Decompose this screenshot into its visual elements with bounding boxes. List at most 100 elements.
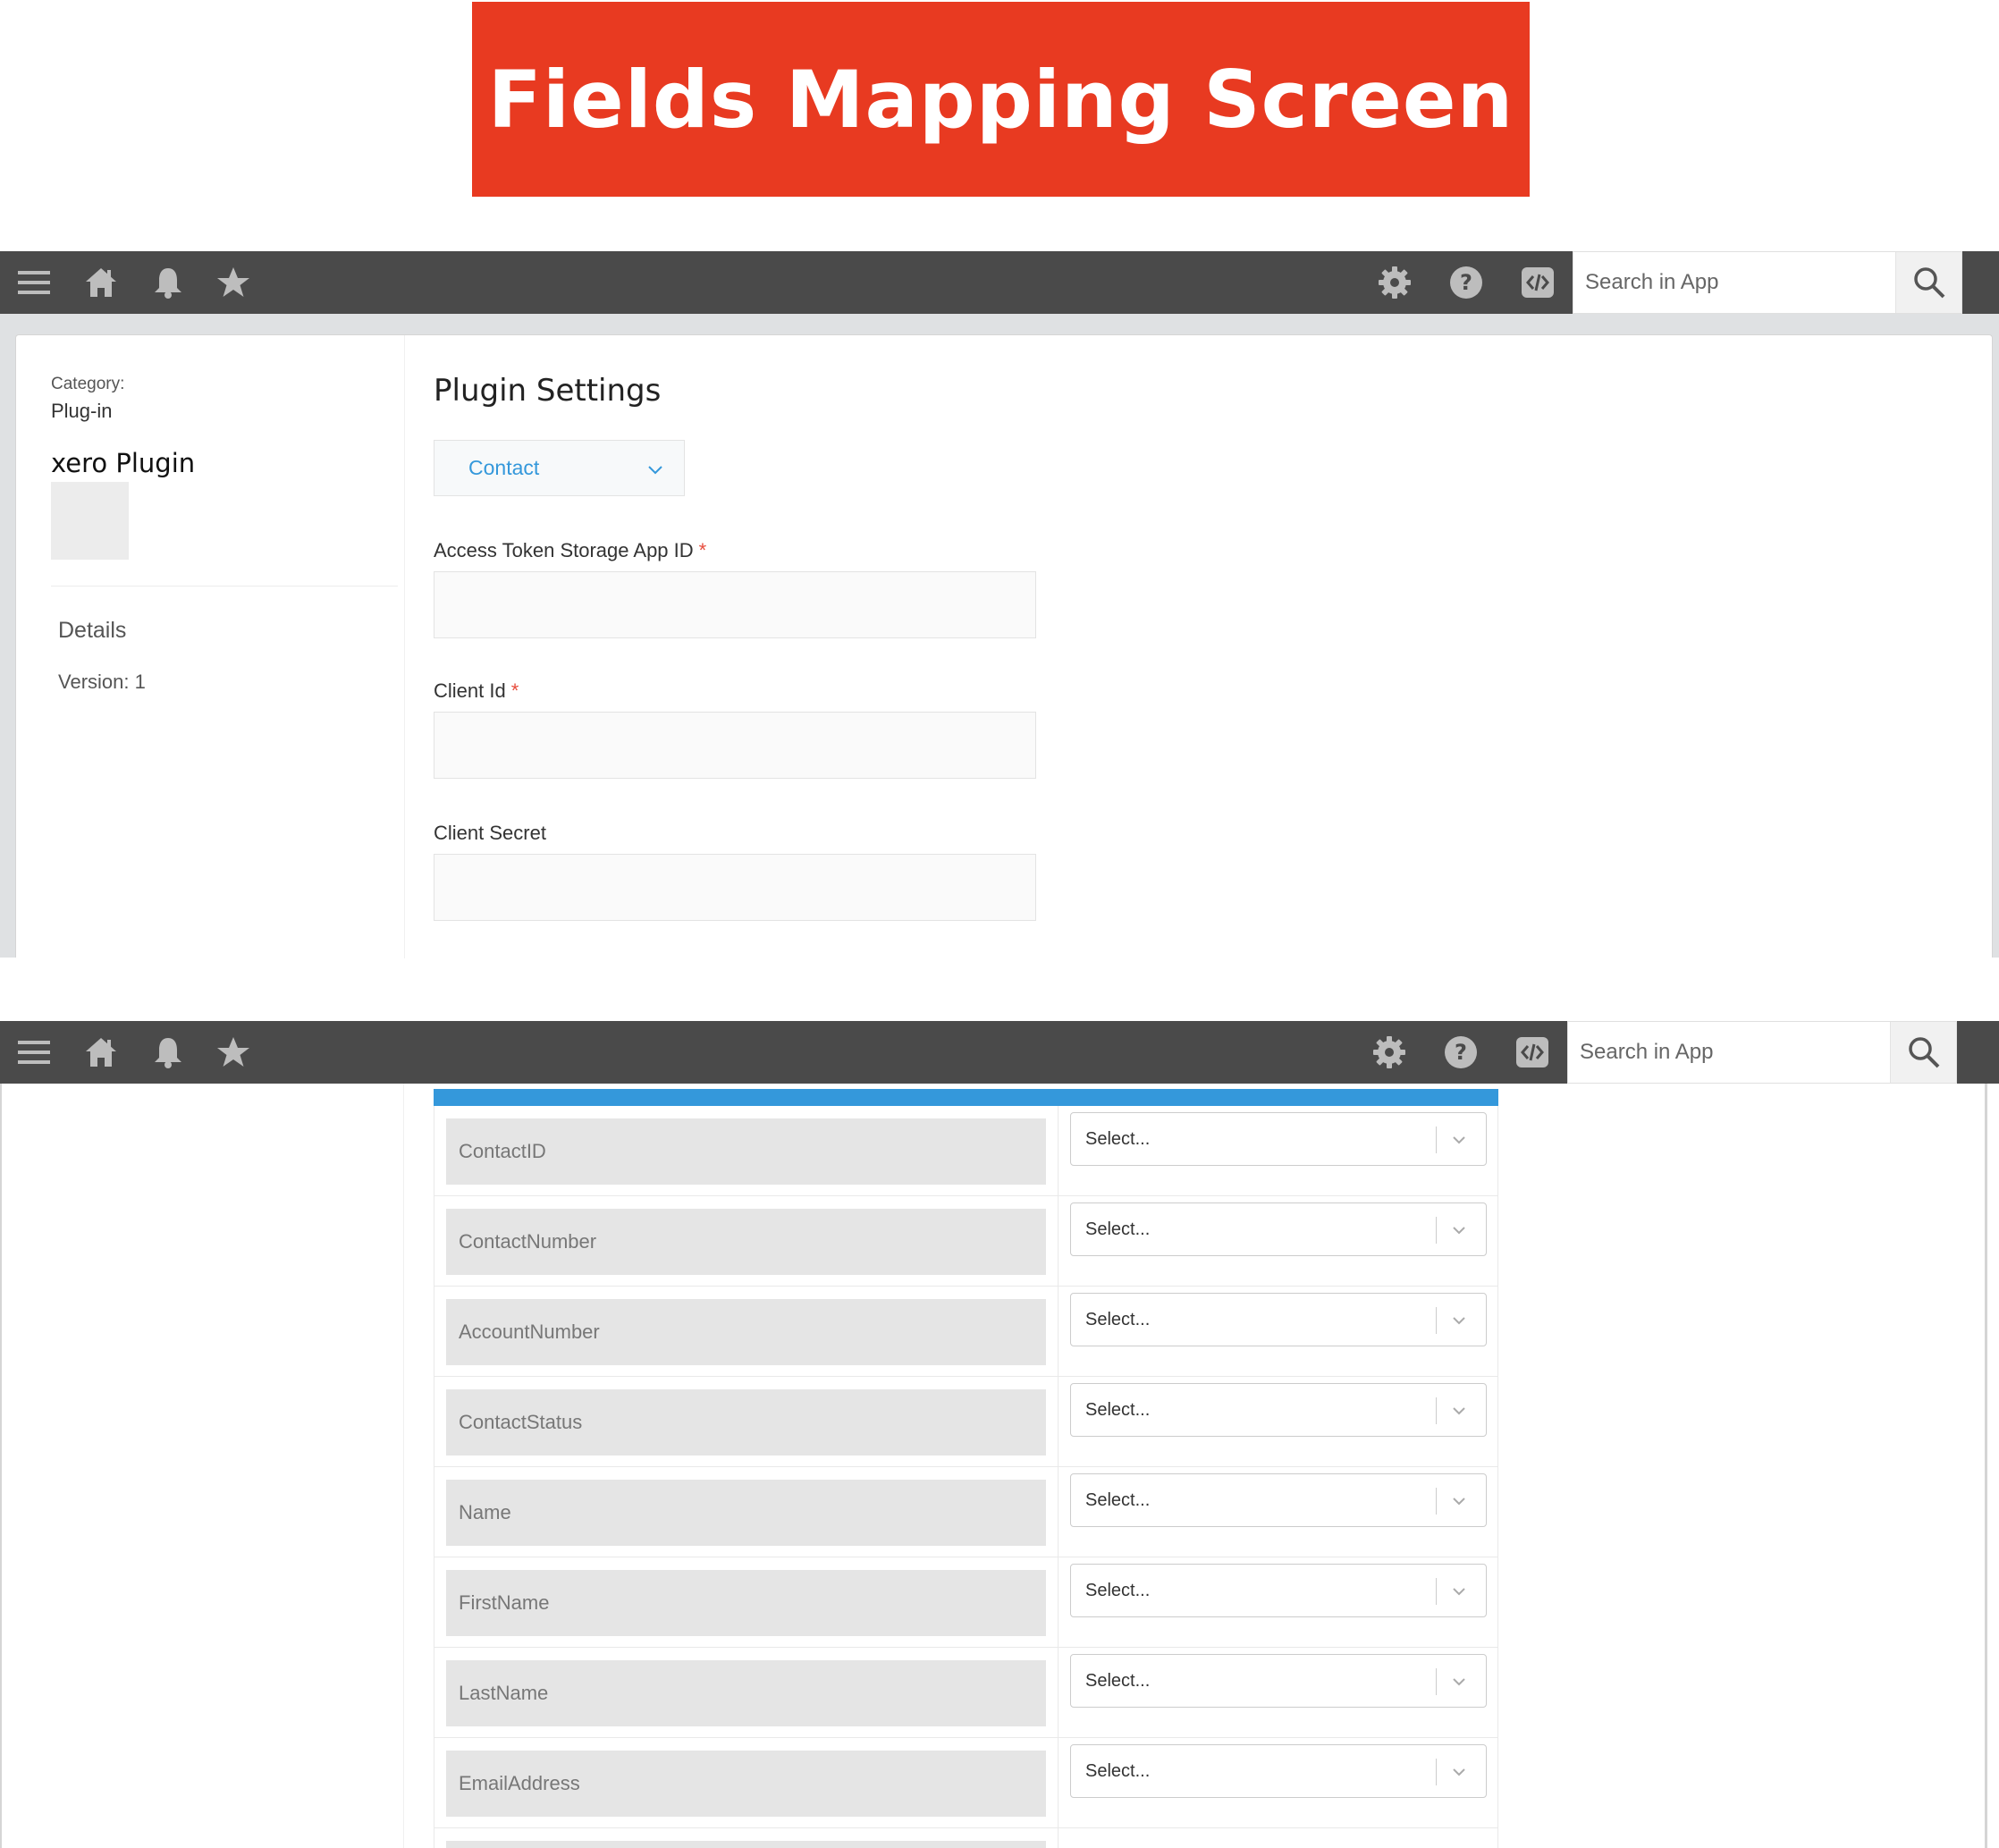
table-row: EmailAddress Select... [434,1738,1498,1828]
column-divider [1058,1738,1059,1827]
mapping-table-header [434,1089,1498,1106]
app-field-select[interactable]: Select... [1070,1112,1487,1166]
page-title: Plugin Settings [434,373,662,409]
star-icon[interactable] [214,1021,253,1084]
required-mark: * [510,679,519,702]
xero-field-name: AccountNumber [446,1299,1046,1365]
svg-text:?: ? [1455,1040,1467,1065]
table-row: FirstName Select... [434,1557,1498,1648]
object-type-dropdown[interactable]: Contact [434,440,685,496]
label-text: Client Secret [434,822,546,844]
app-field-select[interactable]: Select... [1070,1564,1487,1617]
frame-edge-left [0,1084,2,1848]
access-token-app-id-label: Access Token Storage App ID * [434,539,706,562]
search-box [1567,1021,1957,1084]
home-icon[interactable] [81,1021,121,1084]
sidebar-divider [403,1084,404,1848]
table-row: Name Select... [434,1467,1498,1557]
chevron-down-icon [1453,1678,1465,1686]
column-divider [1058,1377,1059,1466]
chevron-down-icon [1453,1317,1465,1325]
select-placeholder: Select... [1085,1489,1151,1510]
table-row: ContactStatus Select... [434,1377,1498,1467]
client-id-input[interactable] [434,712,1036,779]
search-input[interactable] [1568,1022,1890,1083]
search-button[interactable] [1890,1022,1956,1083]
search-icon [1908,1037,1939,1068]
app-field-select[interactable]: Select... [1070,1744,1487,1798]
gear-icon[interactable] [1375,251,1414,314]
frame-edge-right [1985,1084,1987,1848]
plugin-sidebar: Category: Plug-in xero Plugin Details Ve… [16,335,405,958]
chevron-down-icon [1453,1768,1465,1776]
select-separator [1436,1307,1437,1334]
title-banner: Fields Mapping Screen [472,2,1530,197]
xero-field-name: ContactNumber [446,1209,1046,1275]
chevron-down-icon [1453,1227,1465,1235]
xero-field-name: Name [446,1480,1046,1546]
chevron-down-icon [1453,1498,1465,1506]
plugin-name: xero Plugin [51,448,196,478]
table-row: LastName Select... [434,1648,1498,1738]
xero-field-name: ContactStatus [446,1389,1046,1456]
menu-icon[interactable] [14,251,54,314]
column-divider [1058,1467,1059,1557]
app-field-select[interactable]: Select... [1070,1654,1487,1708]
code-icon[interactable] [1518,251,1557,314]
client-id-label: Client Id * [434,679,519,703]
select-separator [1436,1759,1437,1785]
search-box [1573,251,1962,314]
home-icon[interactable] [81,251,121,314]
select-placeholder: Select... [1085,1128,1151,1149]
star-icon[interactable] [214,251,253,314]
select-placeholder: Select... [1085,1219,1151,1239]
column-divider [1058,1287,1059,1376]
chevron-down-icon [1453,1588,1465,1596]
chevron-down-icon [648,466,662,475]
access-token-app-id-input[interactable] [434,571,1036,638]
banner-title: Fields Mapping Screen [487,53,1514,146]
column-divider [1058,1106,1059,1195]
select-separator [1436,1127,1437,1153]
select-placeholder: Select... [1085,1309,1151,1329]
bell-icon[interactable] [148,1021,188,1084]
select-placeholder: Select... [1085,1580,1151,1600]
field-mapping-table: ContactID Select... ContactNumber Select...… [434,1089,1498,1848]
top-navigation-bar: ? [0,1021,1999,1084]
code-icon[interactable] [1513,1021,1552,1084]
details-heading: Details [58,618,127,643]
xero-field-name [446,1841,1046,1848]
app-field-select[interactable]: Select... [1070,1293,1487,1346]
search-input[interactable] [1573,252,1895,313]
help-icon[interactable]: ? [1447,251,1486,314]
search-button[interactable] [1895,252,1961,313]
app-field-select[interactable]: Select... [1070,1383,1487,1437]
menu-icon[interactable] [14,1021,54,1084]
select-separator [1436,1488,1437,1515]
label-text: Client Id [434,679,506,702]
settings-card: Category: Plug-in xero Plugin Details Ve… [15,334,1993,958]
help-icon[interactable]: ? [1441,1021,1480,1084]
category-value: Plug-in [51,400,113,422]
client-secret-input[interactable] [434,854,1036,921]
table-row [434,1828,1498,1848]
xero-field-name: FirstName [446,1570,1046,1636]
select-separator [1436,1397,1437,1424]
app-field-select[interactable]: Select... [1070,1473,1487,1527]
select-placeholder: Select... [1085,1399,1151,1420]
gear-icon[interactable] [1370,1021,1409,1084]
label-text: Access Token Storage App ID [434,539,694,561]
column-divider [1058,1648,1059,1737]
category-label: Category: [51,375,125,393]
column-divider [1058,1828,1059,1848]
column-divider [1058,1557,1059,1647]
xero-field-name: LastName [446,1660,1046,1726]
app-field-select[interactable]: Select... [1070,1202,1487,1256]
select-separator [1436,1668,1437,1695]
bell-icon[interactable] [148,251,188,314]
plugin-thumbnail [51,482,129,560]
chevron-down-icon [1453,1407,1465,1415]
search-icon [1913,267,1944,299]
top-navigation-bar: ? [0,251,1999,314]
column-divider [1058,1196,1059,1286]
